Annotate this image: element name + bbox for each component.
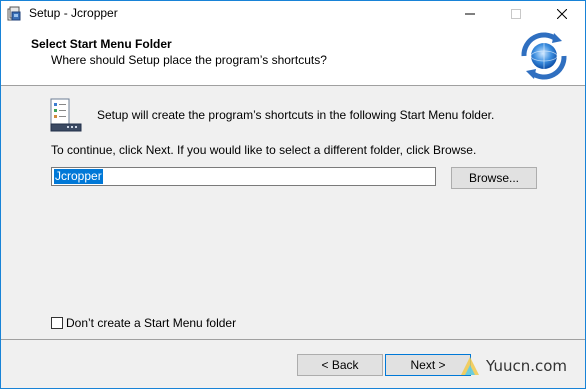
- watermark: Yuucn.com: [459, 351, 585, 381]
- instructions-text: To continue, click Next. If you would li…: [51, 143, 477, 157]
- browse-button[interactable]: Browse...: [451, 167, 537, 189]
- next-button-label: Next >: [410, 358, 446, 372]
- close-button[interactable]: [539, 1, 585, 27]
- app-icon: [7, 6, 21, 21]
- window-title: Setup - Jcropper: [29, 6, 118, 20]
- minimize-button[interactable]: [447, 1, 493, 27]
- no-start-menu-folder-label[interactable]: Don’t create a Start Menu folder: [66, 316, 236, 330]
- back-button-label: < Back: [321, 358, 359, 372]
- setup-window: Setup - Jcropper Select Start Menu Folde…: [0, 0, 586, 389]
- start-menu-folder-input[interactable]: Jcropper: [51, 167, 436, 186]
- title-bar[interactable]: Setup - Jcropper: [1, 1, 585, 27]
- watermark-logo-icon: [461, 357, 479, 375]
- maximize-button[interactable]: [493, 1, 539, 27]
- close-icon: [557, 9, 567, 19]
- wizard-header: Select Start Menu Folder Where should Se…: [1, 27, 585, 86]
- start-menu-folder-icon: [50, 98, 82, 132]
- page-title: Select Start Menu Folder: [31, 37, 172, 51]
- watermark-text: Yuucn.com: [486, 357, 568, 375]
- intro-text: Setup will create the program’s shortcut…: [97, 108, 495, 122]
- minimize-icon: [465, 13, 475, 15]
- no-start-menu-folder-option[interactable]: Don’t create a Start Menu folder: [51, 316, 236, 330]
- back-button[interactable]: < Back: [297, 354, 383, 376]
- maximize-icon: [511, 9, 521, 19]
- browse-button-label: Browse...: [468, 171, 519, 185]
- page-subtitle: Where should Setup place the program’s s…: [51, 53, 327, 67]
- no-start-menu-folder-checkbox[interactable]: [51, 317, 63, 329]
- setup-wizard-logo-icon: [521, 32, 567, 80]
- folder-input-value: Jcropper: [54, 169, 103, 184]
- footer-divider: [1, 339, 585, 340]
